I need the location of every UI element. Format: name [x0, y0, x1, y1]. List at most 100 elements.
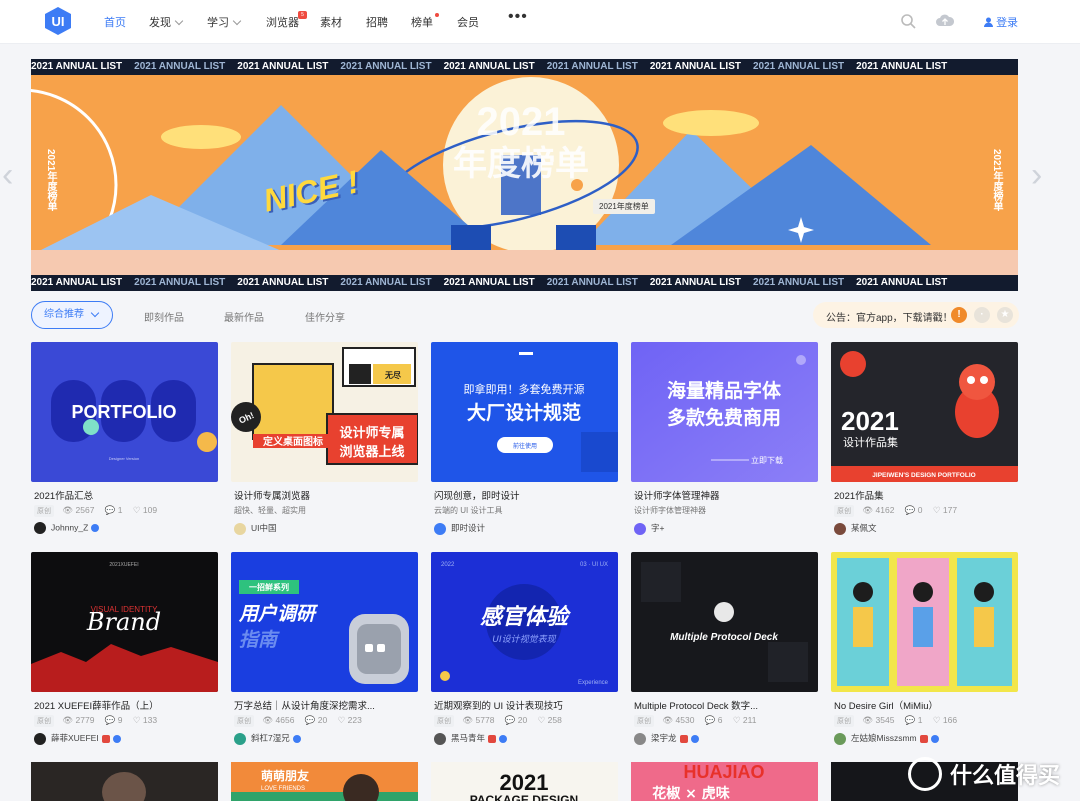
cloud-upload-icon[interactable]: [936, 13, 954, 27]
card-subtitle: 云端的 UI 设计工具: [434, 506, 503, 515]
card-thumbnail[interactable]: Oh! 无尽 设计师专属 浏览器上线 定义桌面图标: [231, 342, 418, 482]
likes-icon: ♡ 211: [732, 715, 757, 725]
comments-icon: 💬 6: [704, 715, 723, 725]
card-thumbnail[interactable]: 海量精品字体 多款免费商用 立即下载: [631, 342, 818, 482]
alert-icon[interactable]: !: [951, 307, 967, 323]
likes-icon: ♡ 133: [132, 715, 158, 725]
card-subtitle: 设计师字体管理神器: [634, 506, 706, 515]
card-title[interactable]: 2021作品汇总: [34, 488, 218, 502]
card-author[interactable]: UI中国: [234, 522, 277, 535]
carousel-next-icon[interactable]: ›: [1031, 156, 1042, 195]
login-link[interactable]: 登录: [984, 14, 1018, 30]
card-thumbnail[interactable]: 即拿即用！多套免费开源 大厂设计规范 前往使用: [431, 342, 618, 482]
card-author[interactable]: 梁宇龙: [634, 732, 699, 745]
original-badge: 原创: [634, 715, 654, 727]
verified-icon: [91, 524, 100, 532]
comments-icon: 💬 20: [504, 715, 528, 725]
card-stats: 原创 👁 5778 💬 20 ♡ 258: [434, 715, 570, 727]
avatar: [234, 522, 246, 535]
card-title[interactable]: 万字总结｜从设计角度深挖需求...: [234, 698, 418, 712]
thumb-icon[interactable]: ·: [974, 307, 990, 323]
card-title[interactable]: 2021作品集: [834, 488, 1018, 502]
card-title[interactable]: Multiple Protocol Deck 数字...: [634, 698, 818, 712]
filter-active-label: 综合推荐: [44, 309, 84, 320]
card-thumbnail[interactable]: PORTFOLIO Designer Version: [31, 342, 218, 482]
nav-learn[interactable]: 学习: [207, 14, 242, 30]
card-title[interactable]: 近期观察到的 UI 设计表现技巧: [434, 698, 618, 712]
card-title[interactable]: 闪现创意，即时设计: [434, 488, 618, 502]
carousel-prev-icon[interactable]: ‹: [2, 156, 13, 195]
views-icon: 👁 2779: [62, 715, 95, 725]
nav-materials[interactable]: 素材: [320, 14, 342, 30]
comments-icon: 💬 20: [304, 715, 328, 725]
card-title[interactable]: 设计师字体管理神器: [634, 488, 818, 502]
card-thumbnail[interactable]: 一招鲜系列 用户调研 指南: [231, 552, 418, 692]
svg-text:无尽: 无尽: [384, 371, 402, 380]
tab-instant-works[interactable]: 即刻作品: [144, 309, 184, 324]
comments-icon: 💬 9: [104, 715, 123, 725]
card-thumbnail[interactable]: 2022 03 · UI UX 感官体验 UI设计视觉表现 Experience: [431, 552, 618, 692]
nav-discover-label: 发现: [149, 17, 171, 29]
likes-icon: ♡ 109: [132, 505, 158, 515]
banner-side-left: 2021年度榜单: [45, 149, 56, 212]
card-thumbnail[interactable]: [831, 552, 1018, 692]
card-stats: 原创 👁 3545 💬 1 ♡ 166: [834, 715, 965, 727]
svg-text:2021: 2021: [500, 770, 549, 795]
filter-dropdown[interactable]: 综合推荐: [31, 301, 113, 329]
card-author[interactable]: 字+: [634, 522, 664, 535]
avatar: [34, 732, 46, 745]
svg-text:PORTFOLIO: PORTFOLIO: [72, 402, 177, 422]
card-author[interactable]: 即时设计: [434, 522, 485, 535]
card-author[interactable]: Johnny_Z: [34, 522, 100, 534]
card-author[interactable]: 某佩文: [834, 522, 877, 535]
svg-text:感官体验: 感官体验: [480, 604, 571, 630]
tab-latest-works[interactable]: 最新作品: [224, 309, 264, 324]
verified-icon: [112, 734, 121, 743]
card-thumbnail[interactable]: [31, 762, 218, 801]
tab-featured-share[interactable]: 佳作分享: [305, 309, 345, 324]
search-icon[interactable]: [900, 13, 916, 29]
more-menu-icon[interactable]: •••: [508, 8, 528, 26]
card-thumbnail[interactable]: 2021 PACKAGE DESIGN: [431, 762, 618, 801]
nav-discover[interactable]: 发现: [149, 14, 184, 30]
banner-top-strip: 2021 ANNUAL LIST 2021 ANNUAL LIST 2021 ANN…: [31, 59, 1018, 75]
card-author[interactable]: 黑马青年: [434, 732, 508, 745]
card-title[interactable]: 设计师专属浏览器: [234, 488, 418, 502]
views-icon: 👁 5778: [462, 715, 495, 725]
banner-illustration: 2021 年度榜单: [31, 75, 1018, 275]
svg-text:JIPEIWEN'S DESIGN PORTFOLIO: JIPEIWEN'S DESIGN PORTFOLIO: [872, 472, 975, 479]
card-title[interactable]: No Desire Girl（MiMiu）: [834, 698, 1018, 712]
ui-china-logo[interactable]: UI: [43, 6, 73, 36]
card-thumbnail[interactable]: HUAJIAO 花椒 × 虎味: [631, 762, 818, 801]
nav-browser[interactable]: 浏览器: [266, 14, 299, 30]
original-badge: 原创: [34, 715, 54, 727]
card-title[interactable]: 2021 XUEFEI薛菲作品（上）: [34, 698, 218, 712]
star-icon[interactable]: ★: [997, 307, 1013, 323]
original-badge: 原创: [234, 715, 254, 727]
views-icon: 👁 2567: [62, 505, 95, 515]
nav-membership[interactable]: 会员: [457, 14, 479, 30]
svg-text:Designer Version: Designer Version: [109, 456, 139, 461]
svg-text:2021XUEFEI: 2021XUEFEI: [109, 562, 138, 568]
card-thumbnail[interactable]: 2021XUEFEI VISUAL IDENTITY Brand: [31, 552, 218, 692]
card-author[interactable]: 左姑娘Misszsmm: [834, 732, 939, 745]
card-thumbnail[interactable]: 萌萌朋友 LOVE FRIENDS: [231, 762, 418, 801]
svg-text:HUAJIAO: HUAJIAO: [683, 762, 764, 782]
svg-text:UI设计视觉表现: UI设计视觉表现: [492, 634, 556, 645]
card-thumbnail[interactable]: Multiple Protocol Deck: [631, 552, 818, 692]
ui-badge-icon: [679, 734, 688, 743]
card-thumbnail[interactable]: 2021 设计作品集 JIPEIWEN'S DESIGN PORTFOLIO: [831, 342, 1018, 482]
nav-jobs[interactable]: 招聘: [366, 14, 388, 30]
card-stats: 原创 👁 4530 💬 6 ♡ 211: [634, 715, 764, 727]
svg-text:用户调研: 用户调研: [238, 603, 319, 625]
nav-home[interactable]: 首页: [104, 14, 126, 30]
svg-text:浏览器上线: 浏览器上线: [339, 444, 404, 460]
hero-banner[interactable]: 2021 ANNUAL LIST 2021 ANNUAL LIST 2021 ANN…: [31, 59, 1018, 291]
avatar: [434, 732, 446, 745]
svg-text:一招鲜系列: 一招鲜系列: [249, 582, 289, 592]
nav-rankings[interactable]: 榜单: [411, 14, 433, 30]
views-icon: 👁 4162: [862, 505, 895, 515]
announcement-bar[interactable]: 公告：官方app，下载请戳！ ! · ★: [813, 302, 1019, 328]
card-author[interactable]: 斜杠7湿兄: [234, 732, 301, 745]
card-author[interactable]: 薛菲XUEFEI: [34, 732, 121, 745]
